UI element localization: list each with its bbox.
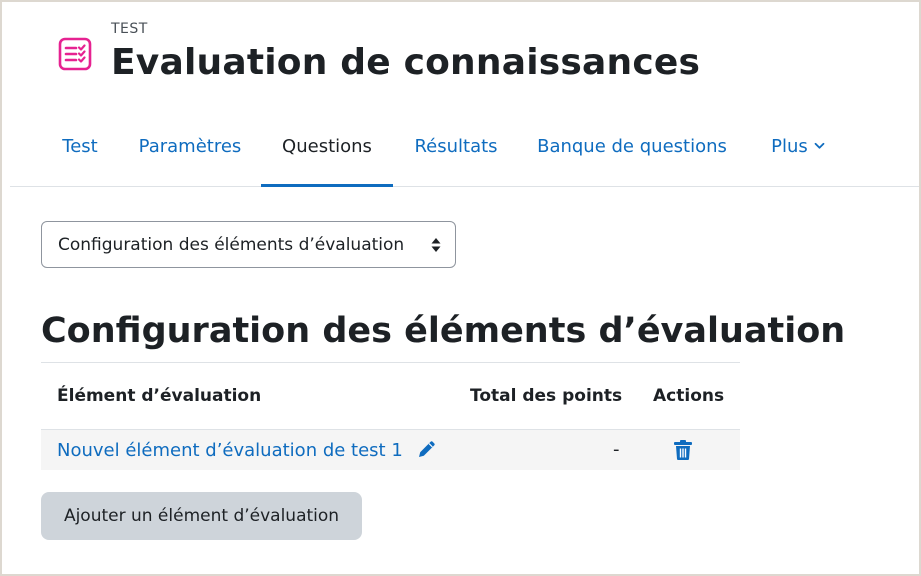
tab-label: Paramètres [138,135,242,157]
tab-resultats[interactable]: Résultats [404,106,508,186]
delete-action[interactable] [673,439,693,466]
quiz-checklist-icon [58,37,92,71]
sort-arrows-icon [431,238,441,252]
grading-item-label: Nouvel élément d’évaluation de test 1 [57,440,403,461]
page-title: Evaluation de connaissances [111,42,701,83]
tab-label: Questions [282,135,372,157]
tab-test[interactable]: Test [48,106,112,186]
grading-item-link[interactable]: Nouvel élément d’évaluation de test 1 [57,439,437,461]
select-value: Configuration des éléments d’évaluation [58,234,405,255]
tab-banque-de-questions[interactable]: Banque de questions [528,106,736,186]
table-header: Élément d’évaluation Total des points Ac… [41,363,740,430]
tab-parametres[interactable]: Paramètres [128,106,252,186]
grading-items-table: Élément d’évaluation Total des points Ac… [41,362,740,470]
tab-label: Test [62,135,98,157]
tab-questions[interactable]: Questions [261,106,393,187]
add-grading-item-button[interactable]: Ajouter un élément d’évaluation [41,492,362,540]
tab-label: Résultats [414,135,498,157]
trash-icon[interactable] [673,439,693,461]
chevron-down-icon [814,142,825,149]
header-titles: TEST Evaluation de connaissances [111,20,700,84]
secondary-navigation: Test Paramètres Questions Résultats Banq… [10,106,919,187]
table-row: Nouvel élément d’évaluation de test 1 - [41,430,740,470]
column-header-actions: Actions [653,386,725,406]
column-header-points: Total des points [470,386,623,406]
page-frame: TEST Evaluation de connaissances Test Pa… [0,0,921,576]
activity-type-label: TEST [111,21,148,37]
edit-icon[interactable] [417,439,437,459]
tab-label: Banque de questions [537,135,727,157]
column-header-item: Élément d’évaluation [57,386,262,406]
tab-label: Plus [771,135,808,157]
tab-plus[interactable]: Plus [758,106,838,186]
page-header: TEST Evaluation de connaissances [57,20,700,84]
grading-page-select[interactable]: Configuration des éléments d’évaluation [41,221,456,268]
total-points-value: - [613,439,620,460]
section-heading: Configuration des éléments d’évaluation [41,311,846,351]
